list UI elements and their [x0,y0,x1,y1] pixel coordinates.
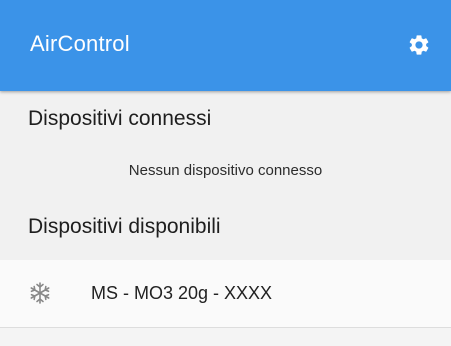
settings-button[interactable] [404,30,434,60]
list-background [0,328,451,346]
available-devices-heading: Dispositivi disponibili [28,215,221,238]
no-connected-devices-message: Nessun dispositivo connesso [128,162,323,179]
device-list-item[interactable]: MS - MO3 20g - XXXX [0,260,451,327]
device-name: MS - MO3 20g - XXXX [91,283,273,303]
snowflake-icon [30,282,50,304]
app-title: AirControl [30,31,130,56]
connected-devices-heading: Dispositivi connessi [28,107,212,130]
app-bar: AirControl [0,0,451,91]
gear-icon [409,35,429,55]
